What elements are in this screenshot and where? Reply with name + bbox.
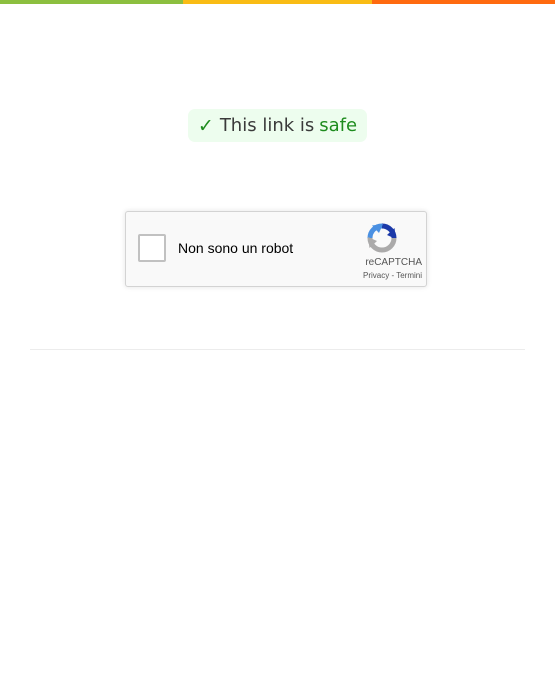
recaptcha-checkbox[interactable] xyxy=(138,234,166,262)
recaptcha-label: Non sono un robot xyxy=(178,240,294,256)
top-color-bar xyxy=(0,0,555,4)
privacy-link[interactable]: Privacy xyxy=(363,271,389,280)
check-icon: ✓ xyxy=(197,114,214,137)
recaptcha-icon xyxy=(367,223,397,253)
recaptcha-brand-text: reCAPTCHA xyxy=(365,257,422,268)
recaptcha-logo: reCAPTCHA Privacy - Termini xyxy=(346,220,422,282)
safety-text: This link is xyxy=(219,115,315,136)
safety-status: safe xyxy=(319,115,358,136)
link-safety-badge: ✓ This link is safe xyxy=(188,109,367,142)
top-bar-yellow-segment xyxy=(183,0,372,4)
top-bar-orange-segment xyxy=(372,0,555,4)
divider xyxy=(30,349,525,350)
terms-link[interactable]: Termini xyxy=(396,271,422,280)
recaptcha-links: Privacy - Termini xyxy=(346,271,422,280)
recaptcha-widget: Non sono un robot reCAPTCHA Privacy - Te… xyxy=(125,211,427,287)
top-bar-green-segment xyxy=(0,0,183,4)
